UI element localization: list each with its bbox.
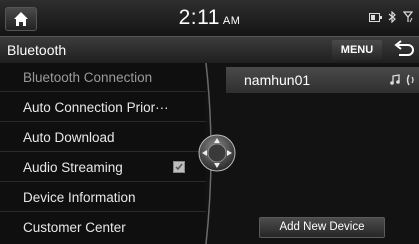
- music-note-icon: [390, 74, 400, 85]
- status-bar: 2:11 AM: [0, 0, 419, 36]
- menu-item-label: Customer Center: [23, 220, 126, 235]
- menu-button[interactable]: MENU: [332, 40, 382, 60]
- back-icon: [394, 40, 414, 56]
- status-icons: [369, 11, 413, 23]
- menu-item-customer-center[interactable]: Customer Center: [0, 213, 206, 242]
- battery-icon: [369, 12, 382, 22]
- title-bar: Bluetooth MENU: [0, 36, 419, 64]
- menu-item-device-information[interactable]: Device Information: [0, 183, 206, 212]
- menu-item-label: Auto Download: [23, 130, 115, 145]
- audio-streaming-checkbox[interactable]: [173, 161, 185, 173]
- clock: 2:11 AM: [0, 6, 419, 30]
- bluetooth-icon: [388, 11, 396, 23]
- device-list-item[interactable]: namhun01: [226, 67, 419, 93]
- menu-item-label: Auto Connection Prior···: [23, 100, 169, 115]
- device-panel: namhun01 Add New Device: [206, 63, 419, 244]
- menu-item-bluetooth-connection[interactable]: Bluetooth Connection: [0, 63, 206, 92]
- menu-item-auto-connection-priority[interactable]: Auto Connection Prior···: [0, 93, 206, 122]
- menu-item-audio-streaming[interactable]: Audio Streaming: [0, 153, 206, 182]
- joystick-icon: [198, 134, 236, 172]
- checkmark-icon: [175, 163, 183, 171]
- settings-menu: Bluetooth Connection Auto Connection Pri…: [0, 63, 206, 244]
- menu-item-label: Audio Streaming: [23, 160, 123, 175]
- joystick-control[interactable]: [198, 134, 236, 172]
- page-title: Bluetooth: [7, 42, 67, 58]
- menu-item-label: Bluetooth Connection: [23, 70, 153, 85]
- menu-item-label: Device Information: [23, 190, 136, 205]
- phone-icon: [406, 74, 414, 86]
- signal-icon: [403, 11, 413, 23]
- device-name: namhun01: [244, 72, 311, 88]
- back-button[interactable]: [388, 40, 416, 60]
- add-new-device-button[interactable]: Add New Device: [259, 217, 385, 238]
- menu-item-auto-download[interactable]: Auto Download: [0, 123, 206, 152]
- clock-time: 2:11: [178, 6, 220, 29]
- clock-ampm: AM: [222, 15, 241, 27]
